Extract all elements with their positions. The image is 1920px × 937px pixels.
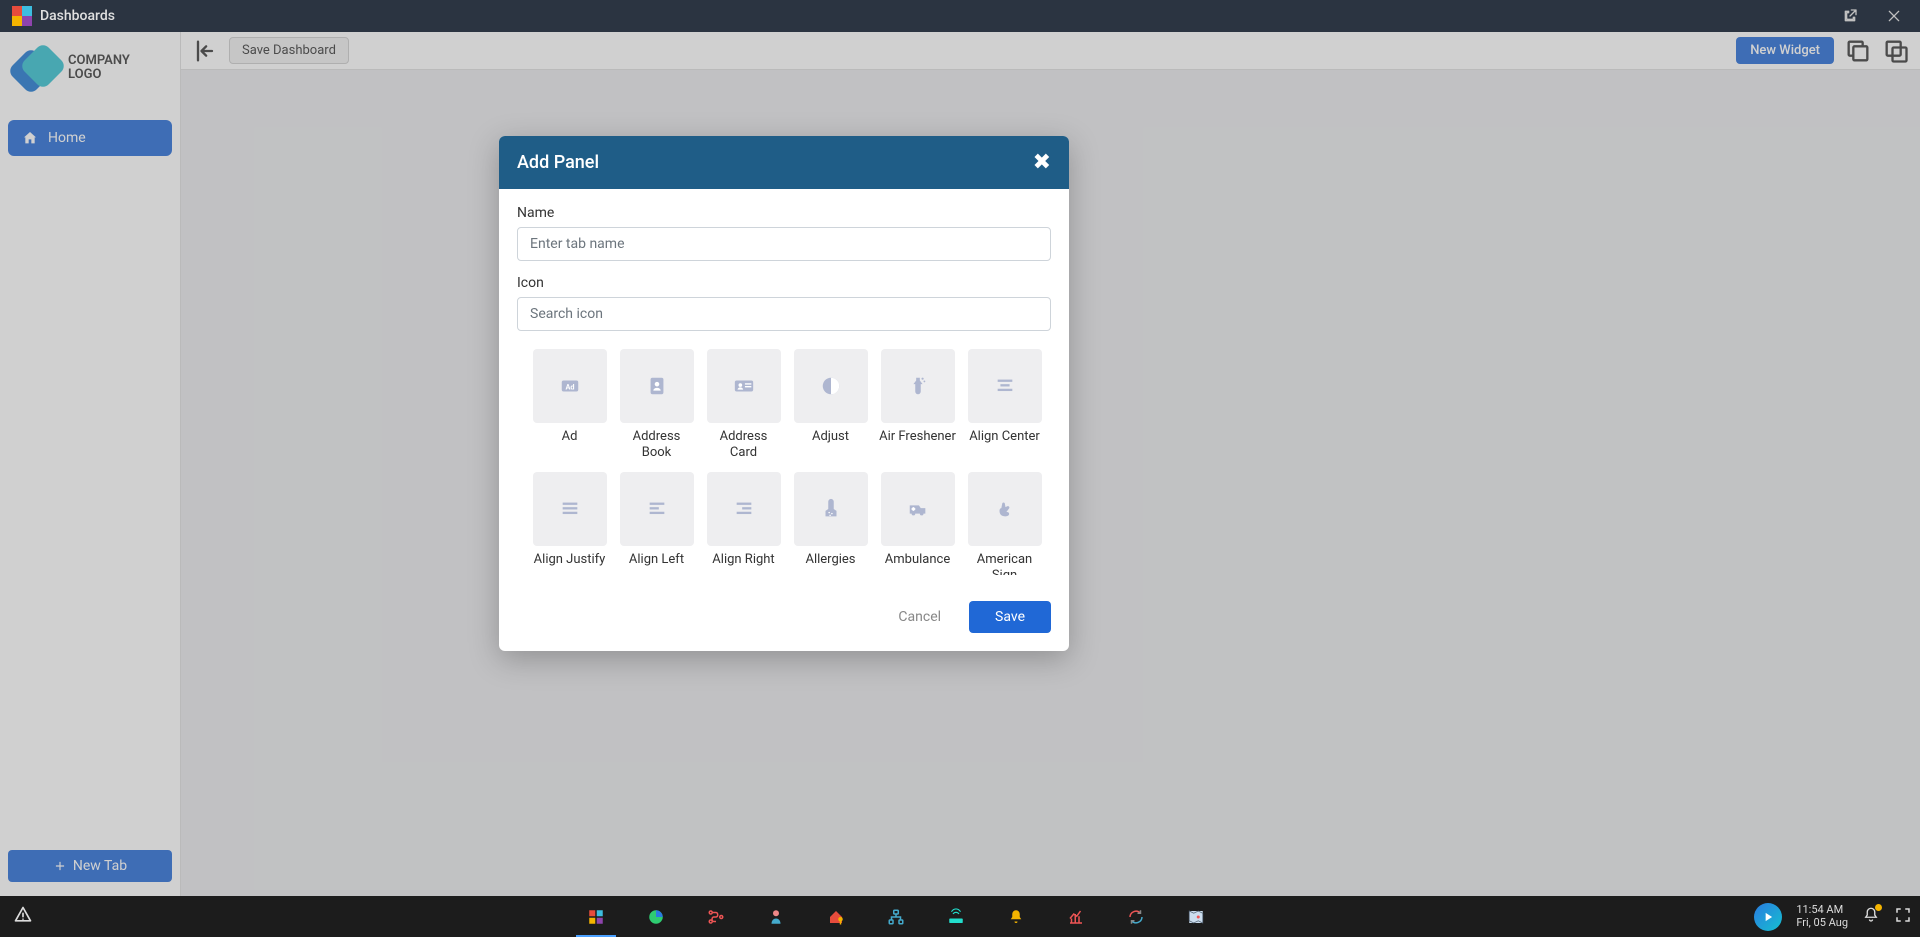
icon-option-label: Align Left: [629, 552, 684, 568]
cancel-button[interactable]: Cancel: [880, 601, 959, 633]
icon-option-air-freshener[interactable]: Air Freshener: [879, 349, 956, 460]
icon-option-address-card[interactable]: Address Card: [705, 349, 782, 460]
company-logo-icon: [12, 44, 60, 92]
new-tab-label: New Tab: [73, 858, 127, 874]
icon-label: Icon: [517, 275, 1051, 291]
duplicate-icon[interactable]: [1882, 37, 1910, 65]
clock: 11:54 AM Fri, 05 Aug: [1796, 904, 1848, 929]
icon-option-align-left[interactable]: Align Left: [618, 472, 695, 575]
taskbar-app-dashboards-icon[interactable]: [584, 905, 608, 929]
popout-icon[interactable]: [1836, 2, 1864, 30]
clock-date: Fri, 05 Aug: [1796, 917, 1848, 930]
taskbar-sync-icon[interactable]: [1124, 905, 1148, 929]
media-play-icon[interactable]: [1754, 903, 1782, 931]
taskbar-router-icon[interactable]: [944, 905, 968, 929]
fullscreen-icon[interactable]: [1894, 906, 1912, 928]
taskbar-homekey-icon[interactable]: [824, 905, 848, 929]
save-dashboard-button[interactable]: Save Dashboard: [229, 37, 349, 64]
app-title: Dashboards: [40, 8, 115, 24]
save-button[interactable]: Save: [969, 601, 1051, 633]
home-icon: [22, 130, 38, 146]
icon-option-label: Adjust: [812, 429, 849, 445]
icon-option-allergies[interactable]: Allergies: [792, 472, 869, 575]
allergies-icon: [794, 472, 868, 546]
icon-option-label: Address Card: [705, 429, 782, 460]
close-icon[interactable]: ✖: [1033, 150, 1051, 175]
modal-title: Add Panel: [517, 152, 599, 173]
icon-grid-scroll[interactable]: Ad Address Book Address Card Adjust Air Fres…: [517, 345, 1051, 575]
air-freshener-icon: [881, 349, 955, 423]
taskbar-map-icon[interactable]: [1184, 905, 1208, 929]
collapse-sidebar-icon[interactable]: [191, 37, 219, 65]
icon-option-align-right[interactable]: Align Right: [705, 472, 782, 575]
icon-option-label: Align Right: [712, 552, 774, 568]
company-name-line2: LOGO: [68, 68, 130, 82]
sidebar-item-label: Home: [48, 130, 86, 146]
icon-option-label: Allergies: [805, 552, 855, 568]
icon-option-label: Align Center: [969, 429, 1040, 445]
name-input[interactable]: [517, 227, 1051, 261]
company-logo: COMPANY LOGO: [8, 40, 172, 96]
icon-option-label: Ambulance: [885, 552, 950, 568]
icon-option-label: Ad: [562, 429, 578, 445]
icon-option-label: Align Justify: [534, 552, 606, 568]
taskbar-chart-icon[interactable]: [1064, 905, 1088, 929]
sidebar: COMPANY LOGO Home New Tab: [0, 32, 181, 896]
align-right-icon: [707, 472, 781, 546]
icon-option-label: American Sign Language: [966, 552, 1043, 575]
asl-icon: [968, 472, 1042, 546]
icon-option-align-justify[interactable]: Align Justify: [531, 472, 608, 575]
copy-icon[interactable]: [1844, 37, 1872, 65]
adjust-icon: [794, 349, 868, 423]
align-left-icon: [620, 472, 694, 546]
sidebar-item-home[interactable]: Home: [8, 120, 172, 156]
plus-icon: [53, 859, 67, 873]
taskbar-network-icon[interactable]: [884, 905, 908, 929]
add-panel-modal: Add Panel ✖ Name Icon Ad Address Book Addr…: [499, 136, 1069, 651]
name-label: Name: [517, 205, 1051, 221]
icon-option-label: Address Book: [618, 429, 695, 460]
new-widget-button[interactable]: New Widget: [1736, 37, 1834, 64]
taskbar: 11:54 AM Fri, 05 Aug: [0, 896, 1920, 937]
ambulance-icon: [881, 472, 955, 546]
address-book-icon: [620, 349, 694, 423]
system-menu-icon[interactable]: [13, 905, 33, 929]
close-window-icon[interactable]: [1880, 2, 1908, 30]
company-name-line1: COMPANY: [68, 54, 130, 68]
address-card-icon: [707, 349, 781, 423]
toolbar: Save Dashboard New Widget: [181, 32, 1920, 70]
ad-icon: [533, 349, 607, 423]
app-logo-icon: [12, 6, 32, 26]
icon-option-adjust[interactable]: Adjust: [792, 349, 869, 460]
new-tab-button[interactable]: New Tab: [8, 850, 172, 882]
taskbar-pie-icon[interactable]: [644, 905, 668, 929]
align-center-icon: [968, 349, 1042, 423]
icon-option-ad[interactable]: Ad: [531, 349, 608, 460]
clock-time: 11:54 AM: [1796, 904, 1848, 917]
taskbar-person-icon[interactable]: [764, 905, 788, 929]
icon-option-address-book[interactable]: Address Book: [618, 349, 695, 460]
align-justify-icon: [533, 472, 607, 546]
titlebar: Dashboards: [0, 0, 1920, 32]
notification-bell-icon[interactable]: [1862, 906, 1880, 928]
icon-option-ambulance[interactable]: Ambulance: [879, 472, 956, 575]
taskbar-bell-icon[interactable]: [1004, 905, 1028, 929]
icon-option-align-center[interactable]: Align Center: [966, 349, 1043, 460]
icon-search-input[interactable]: [517, 297, 1051, 331]
taskbar-flow-icon[interactable]: [704, 905, 728, 929]
icon-option-label: Air Freshener: [879, 429, 956, 445]
icon-option-asl[interactable]: American Sign Language: [966, 472, 1043, 575]
